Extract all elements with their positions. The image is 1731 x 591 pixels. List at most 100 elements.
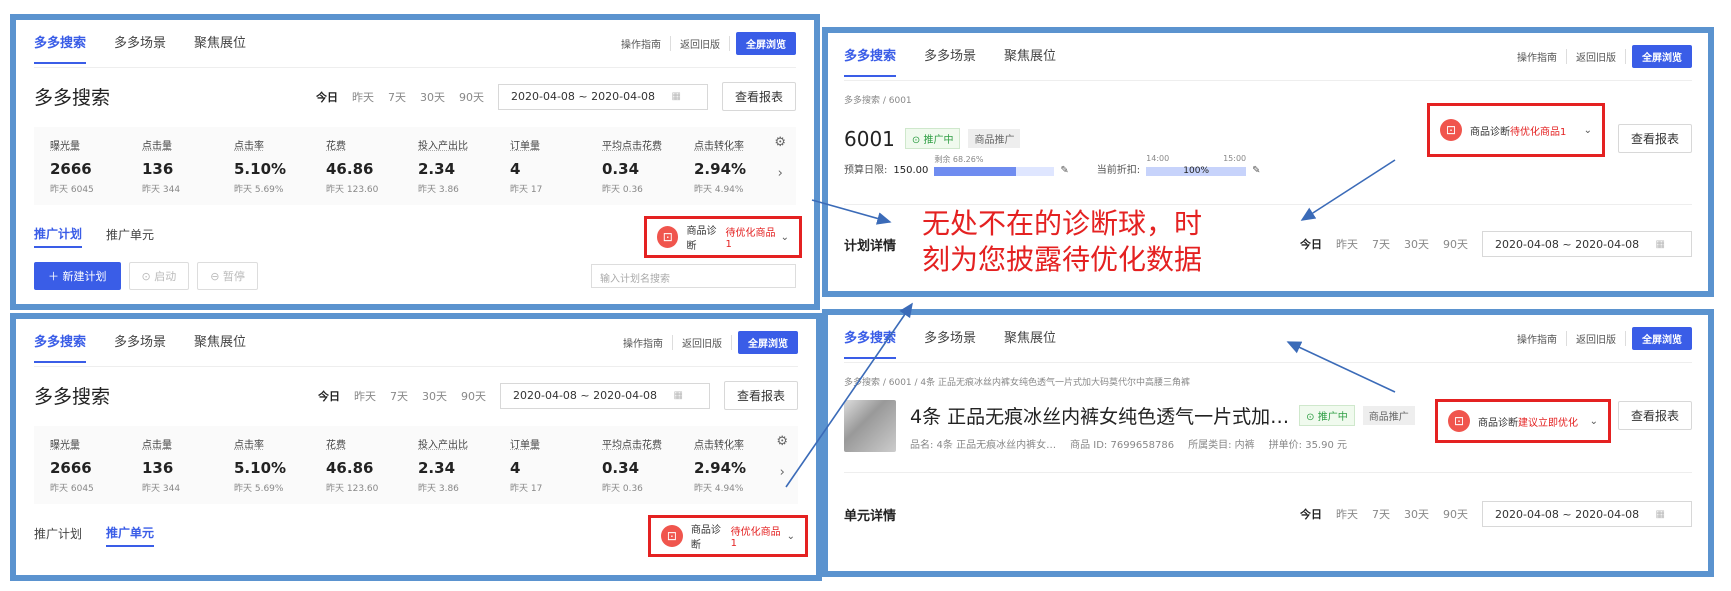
fullscreen-button[interactable]: 全屏浏览	[1632, 45, 1692, 68]
metric-card[interactable]: 花费 46.86 昨天 123.60	[318, 436, 410, 494]
metric-card[interactable]: 点击量 136 昨天 344	[134, 137, 226, 195]
date-range-picker[interactable]: 2020-04-08 ~ 2020-04-08 ▦	[1482, 501, 1692, 527]
metric-card[interactable]: 点击率 5.10% 昨天 5.69%	[226, 137, 318, 195]
subtab-plans[interactable]: 推广计划	[34, 225, 83, 248]
date-tab-yesterday[interactable]: 昨天	[1336, 236, 1358, 252]
tab-search[interactable]: 多多搜索	[34, 20, 87, 68]
date-tab-90d[interactable]: 90天	[459, 89, 484, 105]
subtab-plans[interactable]: 推广计划	[34, 525, 82, 546]
product-name: 品名: 4条 正品无痕冰丝内裤女…	[910, 440, 1057, 451]
metric-card[interactable]: 花费 46.86 昨天 123.60	[318, 137, 410, 195]
date-tab-today[interactable]: 今日	[316, 89, 338, 105]
metric-value: 5.10%	[234, 160, 287, 178]
metric-card[interactable]: 点击量 136 昨天 344	[134, 436, 226, 494]
metric-value: 2666	[50, 160, 92, 178]
date-tab-30d[interactable]: 30天	[422, 388, 447, 404]
fullscreen-button[interactable]: 全屏浏览	[736, 32, 796, 55]
guide-link[interactable]: 操作指南	[612, 36, 671, 51]
edit-icon[interactable]: ✎	[1252, 165, 1260, 176]
start-button[interactable]: ⊙ 启动	[128, 262, 190, 290]
tab-scene[interactable]: 多多场景	[924, 33, 976, 81]
settings-icon[interactable]: ⚙	[774, 135, 786, 150]
tab-search[interactable]: 多多搜索	[844, 315, 897, 363]
tab-scene[interactable]: 多多场景	[924, 315, 976, 363]
diagnosis-label: 商品诊断	[686, 226, 717, 252]
date-range-picker[interactable]: 2020-04-08 ~ 2020-04-08 ▦	[497, 83, 708, 110]
tab-focus[interactable]: 聚焦展位	[194, 20, 246, 68]
date-tab-yesterday[interactable]: 昨天	[1336, 506, 1358, 522]
old-version-link[interactable]: 返回旧版	[1567, 331, 1626, 346]
metric-compare: 昨天 5.69%	[234, 185, 284, 195]
diagnosis-ball[interactable]: ⊡ 商品诊断 建议立即优化 ⌄	[1435, 399, 1611, 443]
old-version-link[interactable]: 返回旧版	[673, 335, 732, 350]
fullscreen-button[interactable]: 全屏浏览	[1632, 327, 1692, 350]
section-title: 计划详情	[844, 238, 897, 254]
discount-bar: 14:00 15:00 100%	[1146, 154, 1247, 176]
date-tabs: 今日 昨天 7天 30天 90天 2020-04-08 ~ 2020-04-08…	[316, 83, 722, 110]
date-tab-7d[interactable]: 7天	[388, 89, 406, 105]
diagnosis-ball[interactable]: ⊡ 商品诊断 待优化商品1 ⌄	[644, 216, 802, 258]
subtab-units[interactable]: 推广单元	[106, 226, 154, 247]
view-report-button[interactable]: 查看报表	[1617, 124, 1692, 153]
view-report-button[interactable]: 查看报表	[721, 82, 796, 111]
metric-label: 平均点击花费	[602, 440, 662, 451]
chevron-down-icon: ⌄	[780, 231, 789, 243]
view-report-button[interactable]: 查看报表	[1617, 401, 1692, 430]
tab-search[interactable]: 多多搜索	[844, 33, 897, 81]
metric-card[interactable]: 曝光量 2666 昨天 6045	[42, 436, 134, 494]
metric-value: 2.94%	[694, 459, 747, 477]
edit-icon[interactable]: ✎	[1060, 165, 1068, 176]
fullscreen-button[interactable]: 全屏浏览	[738, 331, 798, 354]
metric-card[interactable]: 平均点击花费 0.34 昨天 0.36	[594, 436, 686, 494]
new-plan-button[interactable]: ＋ 新建计划	[34, 262, 121, 290]
tab-focus[interactable]: 聚焦展位	[194, 319, 246, 367]
tab-search[interactable]: 多多搜索	[34, 319, 87, 367]
plan-search-input[interactable]: 输入计划名搜索	[591, 264, 796, 288]
guide-link[interactable]: 操作指南	[1508, 49, 1567, 64]
metric-card[interactable]: 点击转化率 2.94% 昨天 4.94%	[686, 436, 778, 494]
guide-link[interactable]: 操作指南	[614, 335, 673, 350]
metric-card[interactable]: 点击率 5.10% 昨天 5.69%	[226, 436, 318, 494]
date-tab-today[interactable]: 今日	[1300, 236, 1322, 252]
tab-scene[interactable]: 多多场景	[114, 20, 166, 68]
metric-card[interactable]: 平均点击花费 0.34 昨天 0.36	[594, 137, 686, 195]
diagnosis-ball[interactable]: ⊡ 商品诊断 待优化商品1 ⌄	[648, 515, 808, 557]
chevron-right-icon[interactable]: ›	[778, 166, 783, 181]
old-version-link[interactable]: 返回旧版	[1567, 49, 1626, 64]
date-tab-30d[interactable]: 30天	[1404, 506, 1429, 522]
metric-compare: 昨天 344	[142, 185, 181, 195]
metric-card[interactable]: 点击转化率 2.94% 昨天 4.94%	[686, 137, 778, 195]
metric-card[interactable]: 投入产出比 2.34 昨天 3.86	[410, 137, 502, 195]
guide-link[interactable]: 操作指南	[1508, 331, 1567, 346]
metric-card[interactable]: 曝光量 2666 昨天 6045	[42, 137, 134, 195]
settings-icon[interactable]: ⚙	[776, 434, 788, 449]
budget-remaining: 剩余 68.26%	[934, 155, 984, 164]
date-tab-90d[interactable]: 90天	[1443, 236, 1468, 252]
diagnosis-ball[interactable]: ⊡ 商品诊断 待优化商品1 ⌄	[1427, 103, 1605, 157]
date-range-picker[interactable]: 2020-04-08 ~ 2020-04-08 ▦	[499, 382, 710, 409]
date-range-picker[interactable]: 2020-04-08 ~ 2020-04-08 ▦	[1482, 231, 1692, 257]
subtab-units[interactable]: 推广单元	[106, 524, 155, 547]
pause-button[interactable]: ⊖ 暂停	[197, 262, 258, 290]
date-tab-7d[interactable]: 7天	[1372, 236, 1390, 252]
metric-card[interactable]: 订单量 4 昨天 17	[502, 137, 594, 195]
type-badge: 商品推广	[1362, 406, 1415, 425]
date-tab-30d[interactable]: 30天	[1404, 236, 1429, 252]
date-tab-yesterday[interactable]: 昨天	[354, 388, 376, 404]
metric-card[interactable]: 订单量 4 昨天 17	[502, 436, 594, 494]
date-tab-7d[interactable]: 7天	[1372, 506, 1390, 522]
date-tab-today[interactable]: 今日	[1300, 506, 1322, 522]
view-report-button[interactable]: 查看报表	[723, 381, 798, 410]
old-version-link[interactable]: 返回旧版	[671, 36, 730, 51]
date-tab-7d[interactable]: 7天	[390, 388, 408, 404]
chevron-right-icon[interactable]: ›	[780, 465, 785, 480]
tab-focus[interactable]: 聚焦展位	[1004, 33, 1056, 81]
date-tab-90d[interactable]: 90天	[1443, 506, 1468, 522]
tab-focus[interactable]: 聚焦展位	[1004, 315, 1056, 363]
date-tab-today[interactable]: 今日	[318, 388, 340, 404]
metric-card[interactable]: 投入产出比 2.34 昨天 3.86	[410, 436, 502, 494]
tab-scene[interactable]: 多多场景	[114, 319, 166, 367]
date-tab-30d[interactable]: 30天	[420, 89, 445, 105]
date-tab-yesterday[interactable]: 昨天	[352, 89, 374, 105]
date-tab-90d[interactable]: 90天	[461, 388, 486, 404]
